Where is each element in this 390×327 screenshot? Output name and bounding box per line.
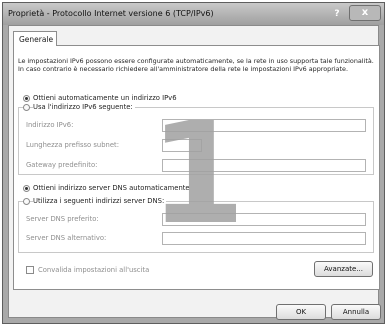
default-gateway-label: Gateway predefinito: <box>26 161 98 169</box>
tab-generale[interactable]: Generale <box>13 31 57 46</box>
cancel-button[interactable]: Annulla <box>331 304 381 320</box>
title-bar[interactable]: Proprietà - Protocollo Internet versione… <box>3 3 384 25</box>
ok-button[interactable]: OK <box>276 304 326 320</box>
ip-auto-radio[interactable] <box>23 95 30 102</box>
validate-label: Convalida impostazioni all'uscita <box>38 266 150 274</box>
preferred-dns-label: Server DNS preferito: <box>26 215 99 223</box>
dns-manual-group <box>18 201 374 253</box>
default-gateway-field[interactable] <box>162 159 366 172</box>
subnet-prefix-label: Lunghezza prefisso subnet: <box>26 141 119 149</box>
window-title: Proprietà - Protocollo Internet versione… <box>8 9 214 18</box>
ipv6-address-label: Indirizzo IPv6: <box>26 121 74 129</box>
dns-auto-radio[interactable] <box>23 185 30 192</box>
ipv6-address-field[interactable] <box>162 119 366 132</box>
validate-checkbox[interactable] <box>26 266 34 274</box>
dns-auto-label: Ottieni indirizzo server DNS automaticam… <box>33 184 190 192</box>
ip-auto-label: Ottieni automaticamente un indirizzo IPv… <box>33 94 177 102</box>
dns-manual-radio[interactable] <box>23 198 30 205</box>
ip-manual-label: Usa l'indirizzo IPv6 seguente: <box>33 103 135 111</box>
help-button[interactable]: ? <box>328 7 346 21</box>
close-button[interactable]: x <box>349 5 381 21</box>
alternate-dns-field[interactable] <box>162 232 366 245</box>
ip-manual-radio[interactable] <box>23 104 30 111</box>
description-text: Le impostazioni IPv6 possono essere conf… <box>18 57 374 74</box>
properties-dialog: Proprietà - Protocollo Internet versione… <box>2 2 385 324</box>
preferred-dns-field[interactable] <box>162 213 366 226</box>
alternate-dns-label: Server DNS alternativo: <box>26 234 107 242</box>
subnet-prefix-field[interactable] <box>162 139 202 152</box>
dns-manual-label: Utilizza i seguenti indirizzi server DNS… <box>33 197 167 205</box>
tab-panel-generale: Le impostazioni IPv6 possono essere conf… <box>13 45 380 290</box>
dialog-client-area: Generale Le impostazioni IPv6 possono es… <box>8 25 381 320</box>
advanced-button[interactable]: Avanzate... <box>314 261 373 277</box>
